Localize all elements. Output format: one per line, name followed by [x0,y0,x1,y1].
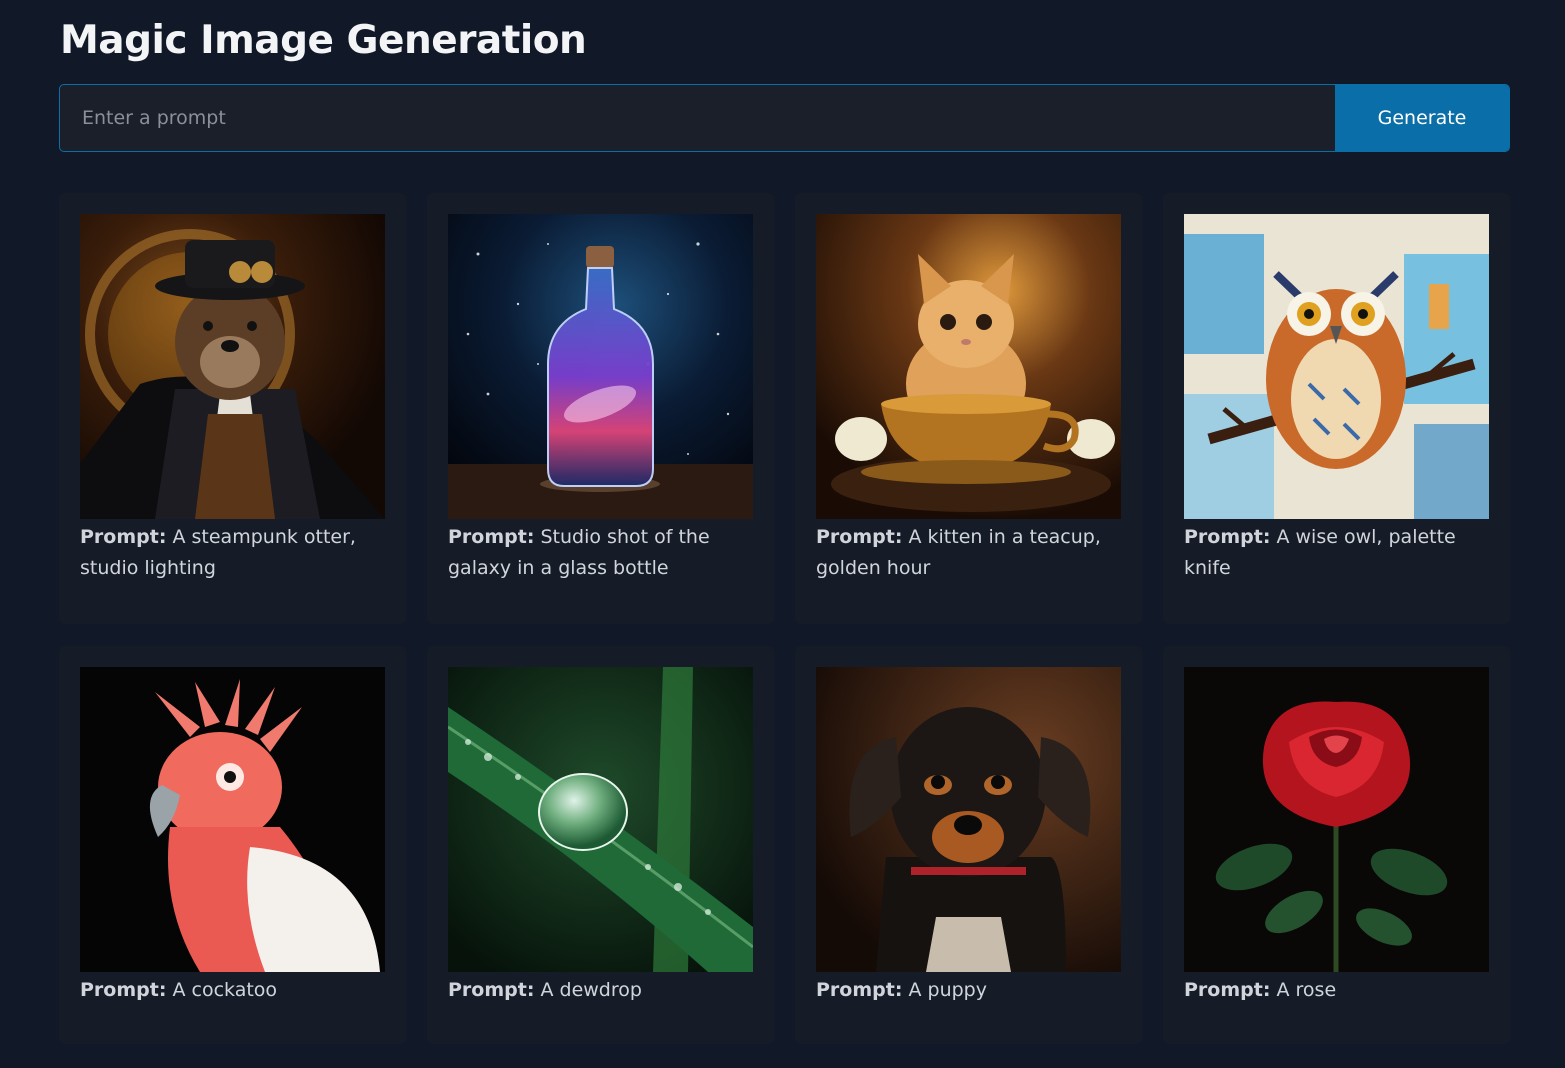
prompt-form: Generate [59,84,1510,152]
prompt-text: A puppy [908,979,987,1001]
prompt-text: A dewdrop [540,979,642,1001]
cockatoo-illustration [80,667,385,972]
galaxy-bottle-image[interactable] [448,214,753,519]
dewdrop-image[interactable] [448,667,753,972]
galaxy-bottle-illustration [448,214,753,519]
generate-button[interactable]: Generate [1335,85,1509,151]
prompt-text: A rose [1276,979,1337,1001]
cockatoo-image[interactable] [80,667,385,972]
image-caption: Prompt: Studio shot of the galaxy in a g… [448,522,753,584]
gallery-card: Prompt: Studio shot of the galaxy in a g… [427,193,774,624]
gallery-card: Prompt: A steampunk otter, studio lighti… [59,193,406,624]
prompt-label: Prompt: [816,979,903,1001]
steampunk-otter-image[interactable] [80,214,385,519]
image-caption: Prompt: A kitten in a teacup, golden hou… [816,522,1121,584]
prompt-label: Prompt: [448,979,535,1001]
image-gallery: Prompt: A steampunk otter, studio lighti… [59,193,1510,1044]
image-caption: Prompt: A wise owl, palette knife [1184,522,1489,584]
gallery-card: Prompt: A kitten in a teacup, golden hou… [795,193,1142,624]
kitten-teacup-illustration [816,214,1121,519]
prompt-input[interactable] [60,85,1335,151]
prompt-label: Prompt: [80,526,167,548]
image-caption: Prompt: A steampunk otter, studio lighti… [80,522,385,584]
rose-illustration [1184,667,1489,972]
gallery-card: Prompt: A rose [1163,646,1510,1044]
puppy-illustration [816,667,1121,972]
gallery-card: Prompt: A cockatoo [59,646,406,1044]
image-caption: Prompt: A rose [1184,975,1489,1006]
puppy-image[interactable] [816,667,1121,972]
gallery-card: Prompt: A wise owl, palette knife [1163,193,1510,624]
image-caption: Prompt: A dewdrop [448,975,753,1006]
owl-painting-illustration [1184,214,1489,519]
steampunk-otter-illustration [80,214,385,519]
prompt-label: Prompt: [1184,526,1271,548]
prompt-label: Prompt: [448,526,535,548]
gallery-card: Prompt: A dewdrop [427,646,774,1044]
prompt-label: Prompt: [1184,979,1271,1001]
rose-image[interactable] [1184,667,1489,972]
dewdrop-illustration [448,667,753,972]
page-title: Magic Image Generation [60,18,587,63]
gallery-card: Prompt: A puppy [795,646,1142,1044]
kitten-teacup-image[interactable] [816,214,1121,519]
prompt-text: A cockatoo [172,979,278,1001]
image-caption: Prompt: A puppy [816,975,1121,1006]
owl-painting-image[interactable] [1184,214,1489,519]
prompt-label: Prompt: [816,526,903,548]
image-caption: Prompt: A cockatoo [80,975,385,1006]
prompt-label: Prompt: [80,979,167,1001]
